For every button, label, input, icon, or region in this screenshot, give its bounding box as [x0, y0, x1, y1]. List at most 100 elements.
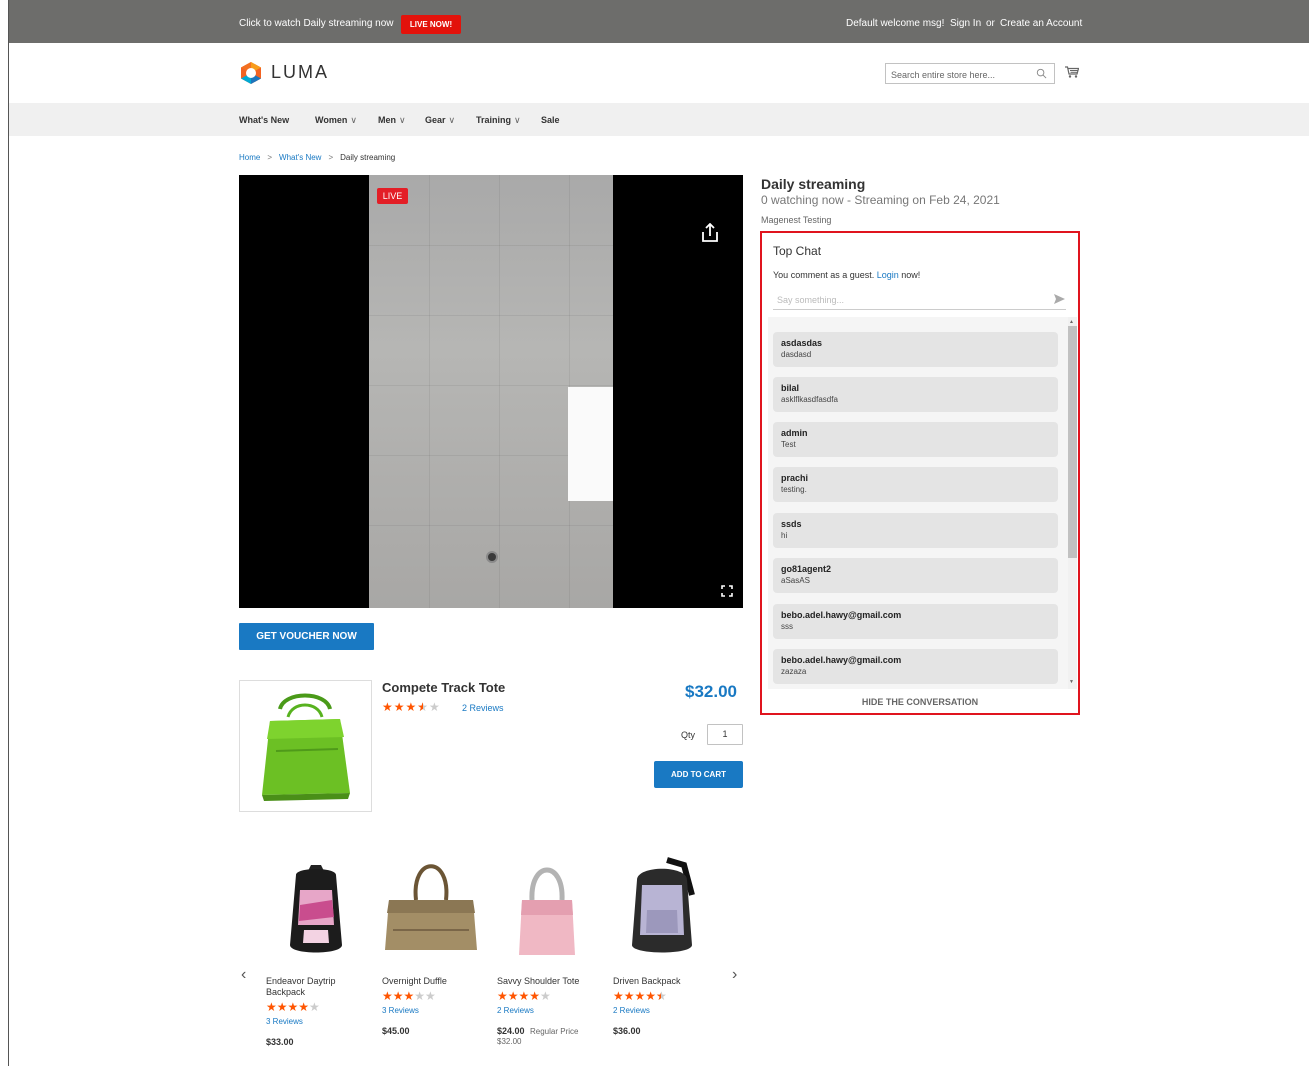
shoulder-tote-image[interactable]: [497, 855, 597, 960]
related-item-price: $33.00: [266, 1037, 294, 1047]
scroll-down-arrow-icon[interactable]: ▼: [1069, 679, 1074, 685]
nav-item-gear[interactable]: Gear ∨: [425, 115, 455, 126]
luma-logo-icon[interactable]: [239, 61, 263, 85]
related-item-stars: ★★★★★★: [613, 989, 667, 1003]
ceiling-tile-line: [369, 525, 613, 526]
hide-conversation-button[interactable]: HIDE THE CONVERSATION: [762, 697, 1078, 707]
guest-text: You comment as a guest.: [773, 270, 875, 280]
chevron-down-icon: ∨: [514, 115, 521, 125]
chat-login-link[interactable]: Login: [877, 270, 899, 280]
breadcrumb: Home > What's New > Daily streaming: [239, 153, 395, 162]
chat-message-user: bebo.adel.hawy@gmail.com: [781, 610, 902, 620]
chat-message-text: sss: [781, 622, 793, 631]
qty-input[interactable]: 1: [707, 724, 743, 745]
video-frame: [369, 175, 613, 608]
chevron-down-icon: ∨: [350, 115, 357, 125]
search-icon[interactable]: [1036, 68, 1047, 79]
product-reviews-link[interactable]: 2 Reviews: [462, 703, 504, 713]
ceiling-sprinkler: [486, 551, 498, 563]
carousel-next-arrow[interactable]: ›: [732, 966, 737, 984]
qty-label: Qty: [681, 730, 696, 740]
related-item-reviews[interactable]: 3 Reviews: [266, 1017, 303, 1026]
promo-text[interactable]: Click to watch Daily streaming now: [239, 18, 394, 29]
related-item-name[interactable]: Endeavor Daytrip Backpack: [266, 976, 356, 998]
nav-item-training[interactable]: Training ∨: [476, 115, 521, 126]
add-to-cart-button[interactable]: ADD TO CART: [654, 761, 743, 788]
cart-icon[interactable]: [1065, 66, 1079, 78]
backpack-pink-image[interactable]: [266, 855, 366, 960]
breadcrumb-whats-new[interactable]: What's New: [279, 153, 321, 162]
chat-message: prachi testing.: [773, 467, 1058, 502]
nav-label: Sale: [541, 115, 560, 125]
get-voucher-button[interactable]: GET VOUCHER NOW: [239, 623, 374, 650]
related-item-name[interactable]: Savvy Shoulder Tote: [497, 976, 587, 987]
related-item-reviews[interactable]: 2 Reviews: [497, 1006, 534, 1015]
ceiling-tile-line: [499, 175, 500, 608]
chat-message-text: testing.: [781, 485, 807, 494]
nav-item-men[interactable]: Men ∨: [378, 115, 406, 126]
scroll-up-arrow-icon[interactable]: ▲: [1069, 319, 1074, 325]
nav-item-whats-new[interactable]: What's New: [239, 115, 289, 125]
chat-message-text: dasdasd: [781, 350, 812, 359]
fullscreen-icon[interactable]: [721, 585, 733, 597]
nav-label: What's New: [239, 115, 290, 125]
ceiling-tile-line: [369, 245, 613, 246]
product-image[interactable]: [239, 680, 372, 812]
related-item-reviews[interactable]: 3 Reviews: [382, 1006, 419, 1015]
chat-message-user: admin: [781, 428, 808, 438]
related-item-stars: ★★★★★: [266, 1000, 320, 1014]
share-icon[interactable]: [701, 223, 719, 243]
chat-message: admin Test: [773, 422, 1058, 457]
product-name[interactable]: Compete Track Tote: [382, 680, 505, 695]
send-icon[interactable]: [1054, 294, 1065, 304]
chat-input[interactable]: Say something...: [773, 289, 1066, 310]
sign-in-link[interactable]: Sign In: [950, 18, 981, 29]
ceiling-tile-line: [429, 175, 430, 608]
chat-message-text: asklflkasdfasdfa: [781, 395, 838, 404]
or-text: or: [986, 18, 995, 29]
chat-message: bebo.adel.hawy@gmail.com sss: [773, 604, 1058, 639]
nav-label: Women: [315, 115, 348, 125]
carousel-prev-arrow[interactable]: ‹: [241, 966, 246, 984]
chat-message-user: ssds: [781, 519, 802, 529]
logo-text[interactable]: LUMA: [271, 62, 329, 83]
related-item-reviews[interactable]: 2 Reviews: [613, 1006, 650, 1015]
related-item-name[interactable]: Driven Backpack: [613, 976, 703, 987]
search-input[interactable]: Search entire store here...: [885, 63, 1055, 84]
chat-guest-notice: You comment as a guest. Login now!: [773, 270, 920, 280]
page-margin: [0, 0, 8, 1066]
chat-message-user: asdasdas: [781, 338, 823, 348]
chat-message-user: bilal: [781, 383, 800, 393]
chat-title: Top Chat: [773, 244, 822, 258]
top-bar: Click to watch Daily streaming now LIVE …: [9, 0, 1309, 43]
nav-label: Gear: [425, 115, 446, 125]
chat-message-list[interactable]: asdasdas dasdasd bilal asklflkasdfasdfa ad…: [768, 317, 1069, 689]
ceiling-tile-line: [369, 315, 613, 316]
duffle-bag-image[interactable]: [381, 855, 481, 960]
main-nav: What's New Women ∨ Men ∨ Gear ∨ Training ∨ S…: [9, 103, 1309, 136]
chat-message-text: zazaza: [781, 667, 807, 676]
video-player[interactable]: LIVE: [239, 175, 743, 608]
breadcrumb-home[interactable]: Home: [239, 153, 260, 162]
related-item-price: $45.00: [382, 1026, 410, 1036]
chevron-down-icon: ∨: [399, 115, 406, 125]
driven-backpack-image[interactable]: [612, 855, 712, 960]
green-tote-bag-image: [262, 693, 350, 801]
chat-input-placeholder: Say something...: [777, 295, 845, 305]
nav-item-sale[interactable]: Sale: [541, 115, 560, 125]
chevron-down-icon: ∨: [448, 115, 456, 125]
product-price: $32.00: [685, 682, 737, 701]
chat-message: go81agent2 aSasAS: [773, 558, 1058, 593]
nav-item-women[interactable]: Women ∨: [315, 115, 357, 126]
related-item-price: $24.00: [497, 1026, 525, 1036]
create-account-link[interactable]: Create an Account: [1000, 18, 1082, 29]
related-item-name[interactable]: Overnight Duffle: [382, 976, 472, 987]
chat-message-text: aSasAS: [781, 576, 810, 585]
welcome-message: Default welcome msg!: [846, 18, 945, 29]
related-item-stars: ★★★★★: [382, 989, 436, 1003]
chat-message: ssds hi: [773, 513, 1058, 548]
live-now-button[interactable]: LIVE NOW!: [401, 15, 461, 34]
chat-message-text: hi: [781, 531, 788, 540]
chat-scrollbar-thumb[interactable]: [1068, 326, 1077, 558]
breadcrumb-separator: >: [328, 153, 334, 162]
